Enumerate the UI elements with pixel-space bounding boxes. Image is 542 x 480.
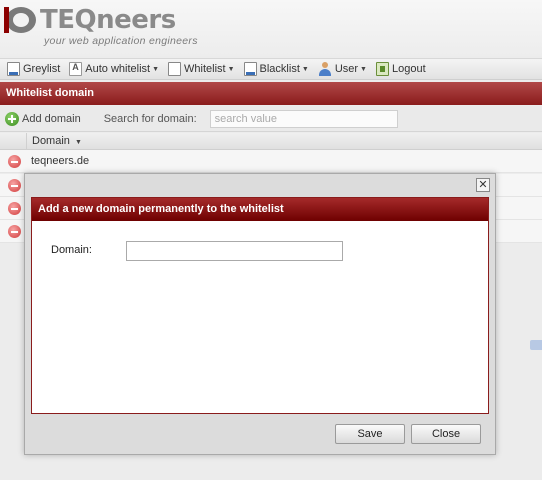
menu-user[interactable]: User ▼ — [316, 59, 371, 79]
menu-label: Whitelist — [184, 63, 226, 75]
add-domain-dialog: ✕ Add a new domain permanently to the wh… — [24, 173, 496, 455]
menu-label: Blacklist — [259, 63, 300, 75]
column-header-domain[interactable]: Domain ▼ — [26, 133, 82, 150]
main-menubar: Greylist Auto whitelist ▼ Whitelist ▼ Bl… — [0, 58, 542, 80]
delete-icon[interactable] — [8, 179, 21, 192]
dialog-title: Add a new domain permanently to the whit… — [32, 198, 488, 221]
menu-label: User — [334, 63, 359, 75]
search-label: Search for domain: — [103, 112, 197, 125]
teqneers-logo: TEQneers — [4, 4, 176, 36]
menu-whitelist[interactable]: Whitelist ▼ — [166, 59, 239, 79]
row-domain: teqneers.de — [31, 155, 90, 167]
logo-text-tail: neers — [96, 5, 176, 35]
domain-field-label: Domain: — [51, 244, 92, 256]
caret-down-icon: ▼ — [360, 65, 367, 73]
menu-auto-whitelist[interactable]: Auto whitelist ▼ — [67, 59, 163, 79]
table-row[interactable]: teqneers.de — [0, 150, 542, 173]
app-header: TEQneers your web application engineers — [0, 0, 542, 56]
sort-caret-icon: ▼ — [74, 139, 82, 146]
save-button[interactable]: Save — [335, 424, 405, 444]
logout-icon — [375, 62, 389, 76]
panel-title: Whitelist domain — [0, 82, 542, 105]
dialog-form-panel: Add a new domain permanently to the whit… — [31, 197, 489, 414]
caret-down-icon: ▼ — [152, 65, 160, 73]
document-icon — [243, 62, 257, 76]
caret-down-icon: ▼ — [301, 65, 309, 73]
delete-icon[interactable] — [8, 155, 21, 168]
delete-icon[interactable] — [8, 202, 21, 215]
add-domain-button[interactable]: Add domain — [5, 111, 81, 126]
menu-label: Logout — [391, 63, 426, 75]
search-input[interactable] — [209, 109, 398, 128]
logo-text-main: TEQ — [40, 5, 97, 35]
domain-field[interactable] — [126, 241, 343, 261]
menu-label: Greylist — [23, 63, 61, 75]
grid-header: Domain ▼ — [0, 133, 542, 150]
grid-toolbar: Add domain Search for domain: — [0, 106, 542, 132]
document-icon — [7, 62, 20, 76]
menu-logout[interactable]: Logout — [374, 59, 430, 79]
delete-icon[interactable] — [8, 225, 21, 238]
tagline: your web application engineers — [44, 35, 198, 47]
close-icon[interactable]: ✕ — [476, 178, 490, 192]
side-arrow-icon — [530, 340, 542, 350]
menu-label: Auto whitelist — [85, 63, 151, 75]
user-icon — [318, 62, 332, 76]
menu-greylist[interactable]: Greylist — [5, 59, 64, 79]
add-domain-label: Add domain — [22, 112, 81, 125]
menu-blacklist[interactable]: Blacklist ▼ — [242, 59, 313, 79]
add-icon — [5, 111, 19, 126]
close-button[interactable]: Close — [411, 424, 481, 444]
caret-down-icon: ▼ — [227, 65, 235, 73]
blank-document-icon — [168, 62, 182, 76]
auto-document-icon — [69, 62, 83, 76]
logo-mark-icon — [4, 5, 40, 35]
